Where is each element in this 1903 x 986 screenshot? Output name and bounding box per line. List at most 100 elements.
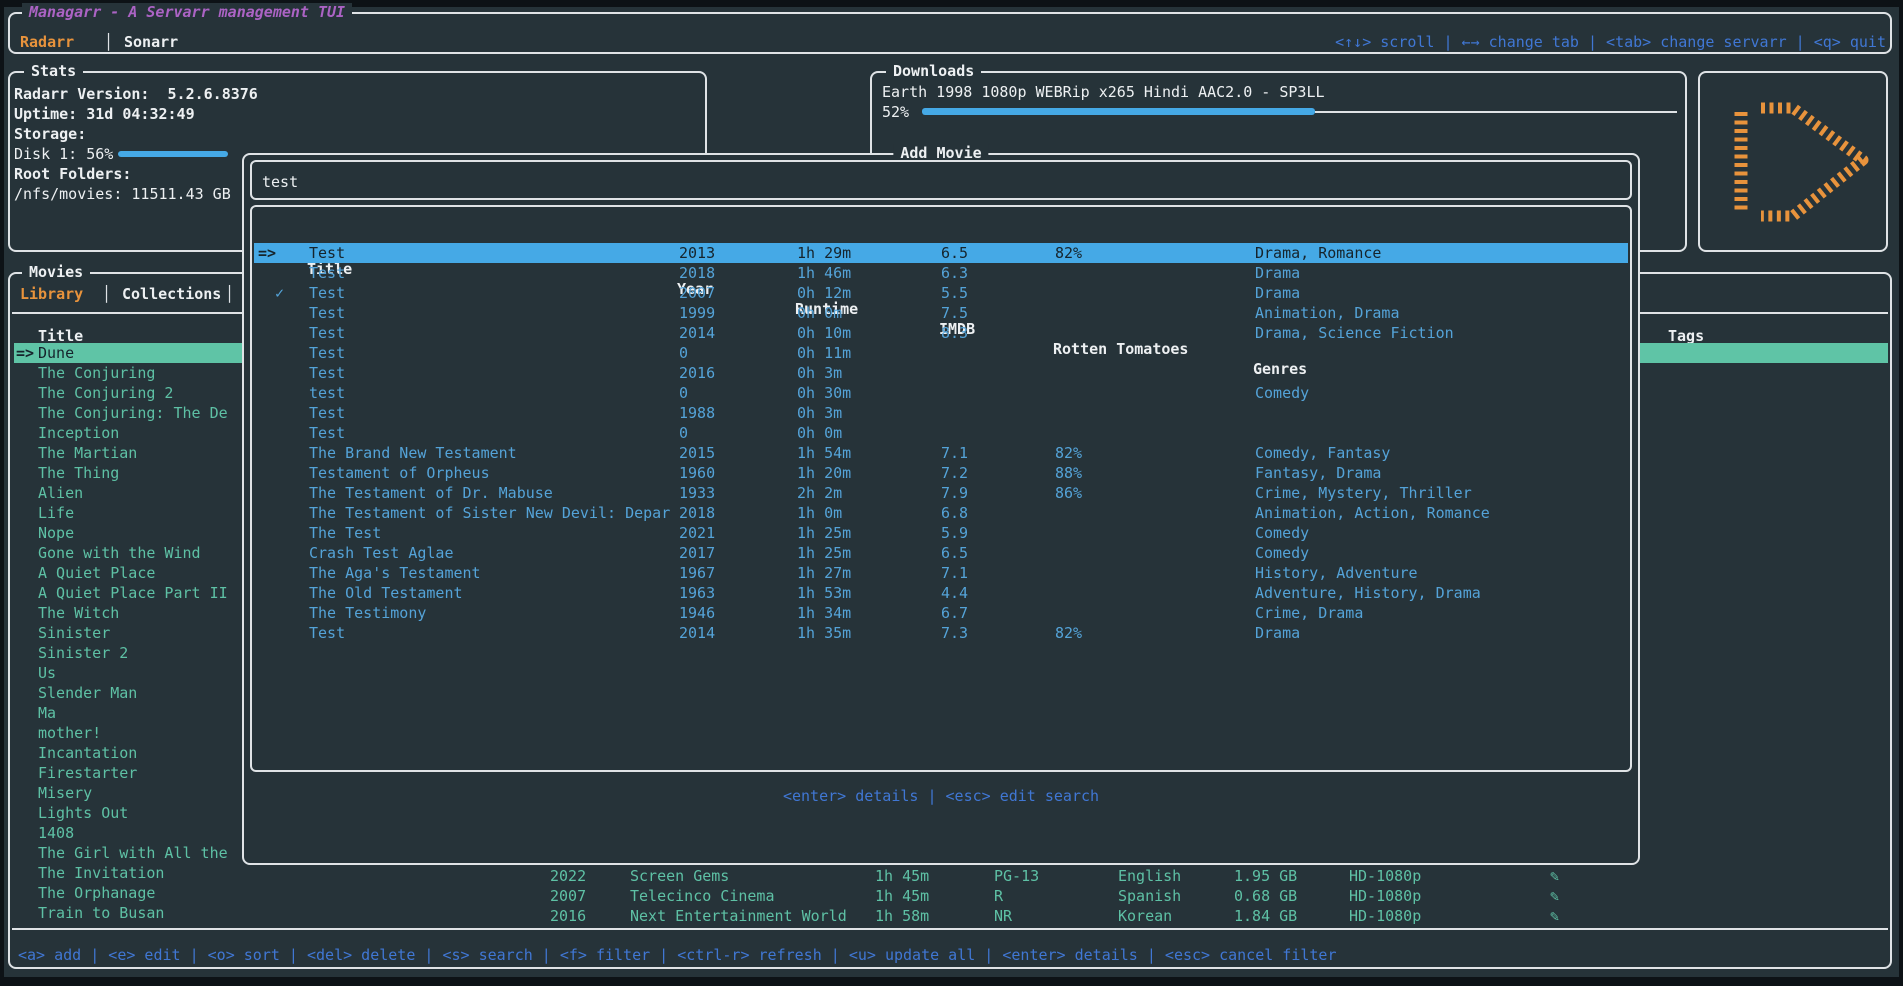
download-gauge-fill xyxy=(922,108,1315,115)
frame-left xyxy=(0,0,4,986)
uptime: Uptime: 31d 04:32:49 xyxy=(14,104,195,124)
movie-year: 2022 xyxy=(550,866,586,886)
result-year: 0 xyxy=(679,343,688,363)
movie-studio: Screen Gems xyxy=(630,866,729,886)
add-movie-search-input[interactable] xyxy=(262,171,1612,193)
result-title: The Testament of Sister New Devil: Depar xyxy=(309,503,670,523)
movie-studio: Telecinco Cinema xyxy=(630,886,775,906)
result-runtime: 2h 2m xyxy=(797,483,842,503)
result-imdb-rating: 5.5 xyxy=(941,283,968,303)
add-movie-result-row[interactable]: Test20181h 46m6.3Drama xyxy=(254,263,1628,283)
add-movie-result-row[interactable]: The Testimony19461h 34m6.7Crime, Drama xyxy=(254,603,1628,623)
result-title: The Testimony xyxy=(309,603,426,623)
result-title: The Test xyxy=(309,523,381,543)
movie-runtime: 1h 45m xyxy=(875,886,929,906)
add-movie-keybinds: <enter> details | <esc> edit search xyxy=(244,786,1638,806)
add-movie-result-row[interactable]: Test20140h 10m8.3Drama, Science Fiction xyxy=(254,323,1628,343)
result-imdb-rating: 7.3 xyxy=(941,623,968,643)
result-genres: Comedy xyxy=(1255,543,1309,563)
result-rotten-tomatoes: 86% xyxy=(1055,483,1082,503)
result-imdb-rating: 4.4 xyxy=(941,583,968,603)
result-runtime: 1h 54m xyxy=(797,443,851,463)
result-title: Crash Test Aglae xyxy=(309,543,454,563)
tab-sonarr[interactable]: Sonarr xyxy=(124,32,178,52)
result-imdb-rating: 7.1 xyxy=(941,563,968,583)
movie-detail-row[interactable]: 2016Next Entertainment World1h 58mNRKore… xyxy=(10,906,1890,926)
download-percent: 52% xyxy=(882,102,909,122)
result-imdb-rating: 6.5 xyxy=(941,243,968,263)
movie-year: 2007 xyxy=(550,886,586,906)
storage-label: Storage: xyxy=(14,124,86,144)
result-genres: Drama xyxy=(1255,263,1300,283)
result-year: 1946 xyxy=(679,603,715,623)
result-genres: Drama, Science Fiction xyxy=(1255,323,1454,343)
add-movie-search-box[interactable] xyxy=(250,160,1632,200)
add-movie-result-row[interactable]: test00h 30mComedy xyxy=(254,383,1628,403)
disk-usage-gauge xyxy=(118,151,228,157)
add-movie-result-row[interactable]: The Aga's Testament19671h 27m7.1History,… xyxy=(254,563,1628,583)
movie-detail-row[interactable]: 2007Telecinco Cinema1h 45mRSpanish0.68 G… xyxy=(10,886,1890,906)
movie-language: Korean xyxy=(1118,906,1172,926)
movie-size: 1.95 GB xyxy=(1234,866,1297,886)
result-runtime: 0h 10m xyxy=(797,323,851,343)
monitored-pencil-icon: ✎ xyxy=(1550,886,1559,906)
add-movie-result-row[interactable]: Test 0 0h 11m xyxy=(254,343,1628,363)
result-title: Test xyxy=(309,423,345,443)
result-runtime: 1h 25m xyxy=(797,543,851,563)
result-title: Test xyxy=(309,623,345,643)
result-rotten-tomatoes: 82% xyxy=(1055,243,1082,263)
add-movie-result-row[interactable]: Crash Test Aglae20171h 25m6.5Comedy xyxy=(254,543,1628,563)
result-year: 1999 xyxy=(679,303,715,323)
stats-title: Stats xyxy=(24,62,83,80)
add-movie-result-row[interactable]: Test20141h 35m7.382%Drama xyxy=(254,623,1628,643)
add-movie-result-row[interactable]: The Brand New Testament20151h 54m7.182%C… xyxy=(254,443,1628,463)
add-movie-result-row[interactable]: =>Test20131h 29m6.582%Drama, Romance xyxy=(254,243,1628,263)
movie-quality-profile: HD-1080p xyxy=(1349,906,1421,926)
frame-right xyxy=(1899,0,1903,986)
result-year: 1960 xyxy=(679,463,715,483)
movie-detail-row[interactable]: 2022Screen Gems1h 45mPG-13English1.95 GB… xyxy=(10,866,1890,886)
result-title: Test xyxy=(309,323,345,343)
add-movie-result-row[interactable]: The Testament of Dr. Mabuse19332h 2m7.98… xyxy=(254,483,1628,503)
tab-radarr[interactable]: Radarr xyxy=(20,32,74,52)
play-triangle-icon xyxy=(1713,96,1873,228)
add-movie-result-row[interactable]: ✓Test20070h 12m5.5Drama xyxy=(254,283,1628,303)
result-title: The Testament of Dr. Mabuse xyxy=(309,483,553,503)
result-runtime: 0h 11m xyxy=(797,343,851,363)
result-genres: Animation, Action, Romance xyxy=(1255,503,1490,523)
add-movie-result-row[interactable]: Test19880h 3m xyxy=(254,403,1628,423)
download-item-title[interactable]: Earth 1998 1080p WEBRip x265 Hindi AAC2.… xyxy=(882,82,1325,102)
result-title: Test xyxy=(309,403,345,423)
result-runtime: 1h 35m xyxy=(797,623,851,643)
result-title: Test xyxy=(309,263,345,283)
monitored-pencil-icon: ✎ xyxy=(1550,906,1559,926)
result-title: The Old Testament xyxy=(309,583,463,603)
frame-bottom xyxy=(0,977,1903,986)
result-title: Test xyxy=(309,243,345,263)
result-runtime: 0h 3m xyxy=(797,403,842,423)
add-movie-result-row[interactable]: Test20160h 3m xyxy=(254,363,1628,383)
movie-size: 0.68 GB xyxy=(1234,886,1297,906)
result-title: Test xyxy=(309,343,345,363)
result-genres: Comedy xyxy=(1255,523,1309,543)
add-movie-result-row[interactable]: The Testament of Sister New Devil: Depar… xyxy=(254,503,1628,523)
result-year: 0 xyxy=(679,423,688,443)
result-year: 2017 xyxy=(679,543,715,563)
result-rotten-tomatoes: 82% xyxy=(1055,623,1082,643)
movie-certification: R xyxy=(994,886,1003,906)
in-library-checkmark-icon: ✓ xyxy=(275,283,284,303)
movie-certification: NR xyxy=(994,906,1012,926)
add-movie-result-row[interactable]: Testament of Orpheus19601h 20m7.288%Fant… xyxy=(254,463,1628,483)
movie-quality-profile: HD-1080p xyxy=(1349,866,1421,886)
result-genres: Drama xyxy=(1255,623,1300,643)
add-movie-results-table: ✓ Title Year Runtime IMDB Rotten Tomatoe… xyxy=(250,205,1632,772)
add-movie-result-row[interactable]: The Old Testament19631h 53m4.4Adventure,… xyxy=(254,583,1628,603)
add-movie-result-row[interactable]: Test19990h 0m7.5Animation, Drama xyxy=(254,303,1628,323)
add-movie-result-row[interactable]: The Test20211h 25m5.9Comedy xyxy=(254,523,1628,543)
add-movie-result-row[interactable]: Test00h 0m xyxy=(254,423,1628,443)
add-movie-popup: Add Movie ✓ Title Year Runtime IMDB Rott… xyxy=(242,153,1640,865)
selection-marker: => xyxy=(258,243,276,263)
movie-language: English xyxy=(1118,866,1181,886)
monitored-pencil-icon: ✎ xyxy=(1550,866,1559,886)
result-genres: History, Adventure xyxy=(1255,563,1418,583)
